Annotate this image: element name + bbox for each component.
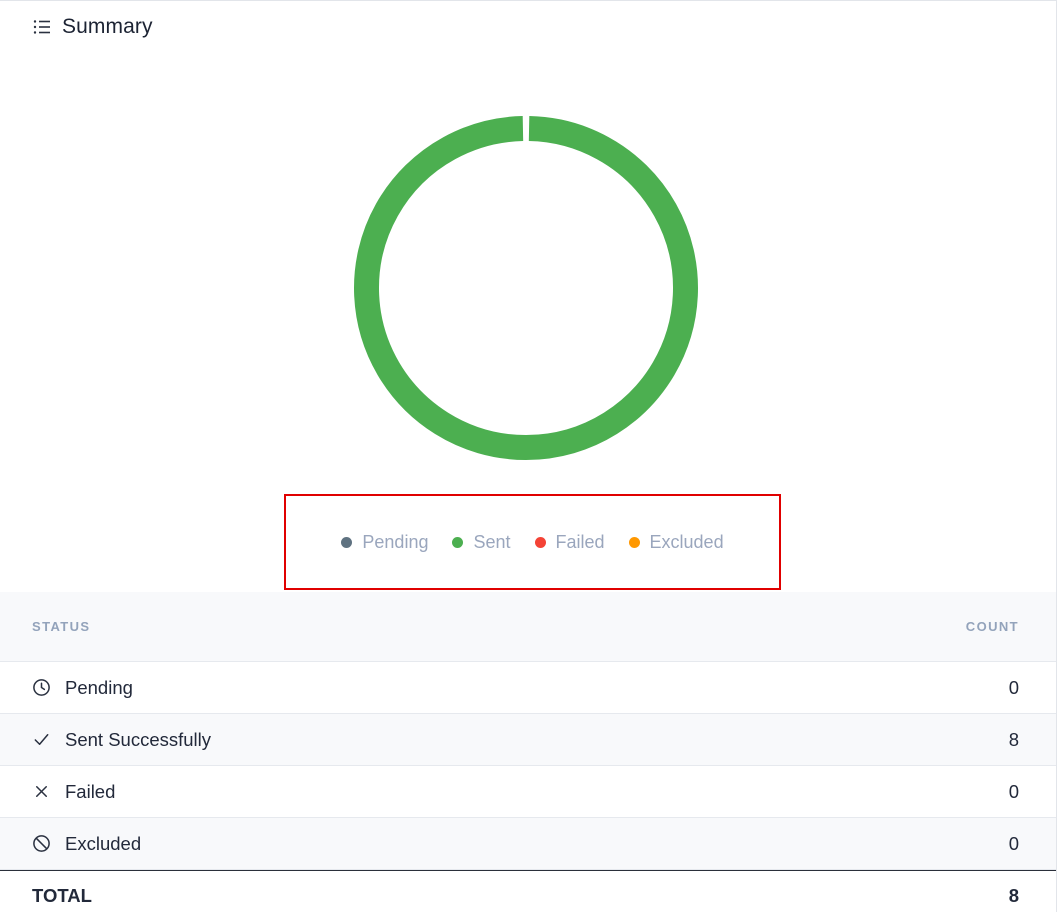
clock-icon: [33, 679, 50, 696]
status-count: 0: [1008, 676, 1019, 698]
summary-panel: Summary Pending Sent Failed Excluded STATUS…: [0, 0, 1057, 912]
ban-icon: [33, 835, 50, 852]
status-cell: Excluded: [32, 833, 141, 855]
status-cell: Pending: [32, 677, 133, 699]
status-cell: Sent Successfully: [32, 729, 211, 751]
total-count: 8: [1008, 884, 1019, 906]
legend-item-failed[interactable]: Failed: [534, 531, 605, 553]
status-label: Excluded: [65, 832, 142, 854]
table-row: Pending 0: [0, 662, 1056, 714]
x-icon: [35, 785, 48, 798]
donut-chart: [0, 1, 1057, 481]
legend-item-sent[interactable]: Sent: [452, 531, 511, 553]
legend-item-pending[interactable]: Pending: [341, 532, 428, 553]
status-column-header: STATUS: [32, 619, 91, 634]
table-row: Excluded 0: [0, 818, 1056, 870]
status-count: 8: [1008, 728, 1019, 750]
legend-dot: [341, 536, 353, 548]
legend-highlight: Pending Sent Failed Excluded: [284, 494, 781, 590]
table-header: STATUS COUNT: [0, 592, 1056, 662]
status-cell: Failed: [32, 781, 115, 803]
status-count: 0: [1008, 780, 1019, 802]
status-label: Failed: [65, 780, 116, 802]
legend-label: Pending: [362, 531, 429, 552]
legend-dot: [534, 536, 546, 548]
legend-dot: [452, 536, 464, 548]
status-table: STATUS COUNT Pending 0 Sent Successfully 8 F…: [0, 592, 1056, 912]
legend-label: Failed: [555, 531, 605, 552]
chart-legend: Pending Sent Failed Excluded: [286, 496, 779, 588]
donut-chart-svg: [354, 116, 698, 460]
check-icon: [34, 733, 49, 746]
legend-label: Sent: [473, 531, 511, 552]
table-row: Failed 0: [0, 766, 1056, 818]
total-row: TOTAL 8: [0, 870, 1056, 912]
status-count: 0: [1008, 832, 1019, 854]
status-label: Pending: [65, 676, 133, 698]
table-row: Sent Successfully 8: [0, 714, 1056, 766]
legend-label: Excluded: [649, 531, 724, 552]
status-label: Sent Successfully: [65, 728, 212, 750]
legend-dot: [628, 536, 640, 548]
total-label: TOTAL: [32, 884, 92, 906]
legend-item-excluded[interactable]: Excluded: [628, 531, 724, 553]
donut-slice-sent[interactable]: [354, 116, 698, 460]
count-column-header: COUNT: [965, 619, 1019, 634]
